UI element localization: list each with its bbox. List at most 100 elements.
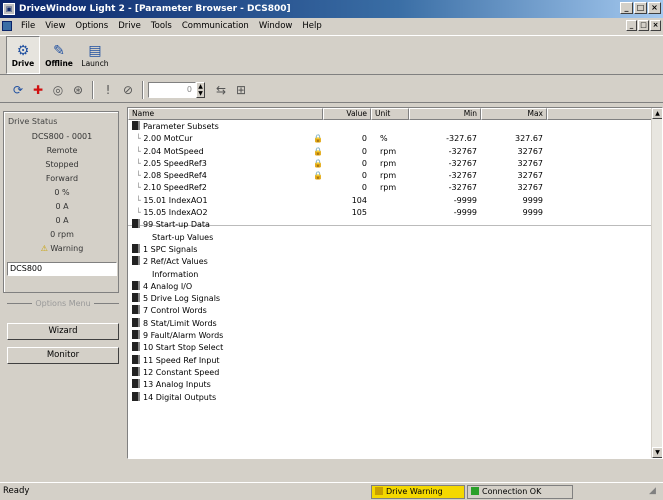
close-button[interactable]: ×: [648, 2, 661, 14]
parameter-row[interactable]: └ 15.05 IndexAO2 105 -9999 9999: [128, 207, 653, 219]
add-icon[interactable]: ✚: [28, 80, 48, 100]
title-bar: ▣ DriveWindow Light 2 - [Parameter Brows…: [0, 0, 663, 18]
vertical-scrollbar[interactable]: ▲ ▼: [651, 108, 662, 458]
lock-icon: 🔒: [313, 158, 323, 168]
menu-tools[interactable]: Tools: [146, 21, 177, 31]
drive-control-location: Remote: [46, 146, 78, 155]
scroll-down-button[interactable]: ▼: [652, 447, 662, 458]
parameter-name: 2 Ref/Act Values: [143, 257, 208, 267]
drive-mode-button[interactable]: ⚙ Drive: [6, 36, 40, 74]
scroll-up-button[interactable]: ▲: [652, 108, 662, 119]
column-max[interactable]: Max: [481, 108, 547, 120]
book-icon: [132, 330, 140, 340]
compare-icon[interactable]: ⇆: [211, 80, 231, 100]
status-text: Ready: [3, 486, 30, 496]
parameter-max: 32767: [517, 183, 543, 193]
parameter-value[interactable]: 0: [323, 170, 367, 182]
parameter-row[interactable]: └ 15.01 IndexAO1 104 -9999 9999: [128, 195, 653, 207]
lock-icon: 🔒: [313, 171, 323, 181]
parameter-row[interactable]: └ 2.08 SpeedRef4 🔒 0 rpm -32767 32767: [128, 170, 653, 182]
parameter-max: 32767: [517, 158, 543, 168]
parameter-group-row[interactable]: 99 Start-up Data: [128, 219, 653, 232]
parameter-row[interactable]: └ 2.10 SpeedRef2 0 rpm -32767 32767: [128, 182, 653, 194]
maximize-button[interactable]: □: [634, 2, 647, 14]
value-input[interactable]: 0: [148, 81, 196, 98]
graph-icon[interactable]: ⊞: [231, 80, 251, 100]
parameter-group-row[interactable]: 2 Ref/Act Values: [128, 256, 653, 268]
parameter-group-row[interactable]: 12 Constant Speed: [128, 366, 653, 379]
parameter-group-row[interactable]: 14 Digital Outputs: [128, 391, 653, 404]
menu-communication[interactable]: Communication: [177, 21, 254, 31]
mdi-restore-button[interactable]: □: [638, 20, 649, 31]
parameter-group-row[interactable]: Information: [128, 269, 653, 281]
parameter-value[interactable]: 0: [323, 182, 367, 194]
window-title: DriveWindow Light 2 - [Parameter Browser…: [19, 4, 291, 14]
menu-view[interactable]: View: [40, 21, 70, 31]
resize-grip-icon[interactable]: ◢: [649, 486, 661, 498]
settings-icon[interactable]: ⊛: [68, 80, 88, 100]
minimize-button[interactable]: _: [620, 2, 633, 14]
menu-options[interactable]: Options: [70, 21, 113, 31]
parameter-group-row[interactable]: 10 Start Stop Select: [128, 342, 653, 354]
menu-file[interactable]: File: [16, 21, 40, 31]
menu-window[interactable]: Window: [254, 21, 298, 31]
drive-warning-indicator[interactable]: Drive Warning: [371, 485, 465, 499]
mdi-close-button[interactable]: ×: [650, 20, 661, 31]
parameter-group-row[interactable]: 5 Drive Log Signals: [128, 293, 653, 305]
parameter-group-row[interactable]: 11 Speed Ref Input: [128, 354, 653, 367]
wizard-button[interactable]: Wizard: [7, 323, 119, 340]
parameter-group-row[interactable]: 7 Control Words: [128, 305, 653, 317]
up-icon[interactable]: ◎: [48, 80, 68, 100]
menu-drive[interactable]: Drive: [113, 21, 146, 31]
launch-button[interactable]: ▤ Launch: [78, 36, 112, 74]
parameter-name: Start-up Values: [152, 232, 214, 242]
parameter-value[interactable]: 0: [323, 133, 367, 145]
lock-icon: 🔒: [313, 134, 323, 144]
parameter-name: 12 Constant Speed: [143, 367, 220, 377]
connection-led-icon: [471, 487, 479, 495]
mdi-minimize-button[interactable]: _: [626, 20, 637, 31]
parameter-value[interactable]: 0: [323, 146, 367, 158]
parameter-name: 9 Fault/Alarm Words: [143, 331, 224, 341]
offline-mode-button[interactable]: ✎ Offline: [42, 36, 76, 74]
parameter-name: Information: [152, 269, 199, 279]
parameter-group-row[interactable]: Parameter Subsets: [128, 121, 653, 133]
column-unit[interactable]: Unit: [371, 108, 409, 120]
parameter-value[interactable]: 0: [323, 158, 367, 170]
parameter-group-row[interactable]: 1 SPC Signals: [128, 243, 653, 256]
parameter-name: 11 Speed Ref Input: [143, 355, 220, 365]
parameter-max: 32767: [517, 171, 543, 181]
app-icon[interactable]: ▣: [3, 3, 15, 15]
parameter-name: 5 Drive Log Signals: [143, 294, 221, 304]
parameter-row[interactable]: └ 2.04 MotSpeed 🔒 0 rpm -32767 32767: [128, 146, 653, 158]
parameter-list[interactable]: Name Value Unit Min Max Parameter Subset…: [127, 107, 663, 459]
menu-help[interactable]: Help: [297, 21, 326, 31]
drive-status-field[interactable]: DCS800: [7, 262, 117, 276]
warning-icon: ⚠: [40, 244, 48, 253]
parameter-value[interactable]: 104: [323, 195, 367, 207]
book-icon: [132, 256, 140, 266]
column-name[interactable]: Name: [128, 108, 323, 120]
parameter-value[interactable]: 105: [323, 207, 367, 219]
parameter-group-row[interactable]: 4 Analog I/O: [128, 280, 653, 293]
parameter-name: 2.10 SpeedRef2: [143, 183, 207, 193]
parameter-group-row[interactable]: 8 Stat/Limit Words: [128, 317, 653, 330]
parameter-row[interactable]: └ 2.00 MotCur 🔒 0% -327.67 327.67: [128, 133, 653, 145]
info-icon[interactable]: !: [98, 80, 118, 100]
parameter-group-row[interactable]: 9 Fault/Alarm Words: [128, 330, 653, 342]
value-spinner[interactable]: ▲ ▼: [196, 81, 205, 98]
parameter-min: -32767: [448, 158, 477, 168]
refresh-icon[interactable]: ⟳: [8, 80, 28, 100]
column-filler: [547, 108, 653, 120]
communication-indicator[interactable]: Connection OK: [467, 485, 573, 499]
document-icon[interactable]: [2, 21, 12, 31]
monitor-button[interactable]: Monitor: [7, 347, 119, 364]
column-value[interactable]: Value: [323, 108, 371, 120]
parameter-group-row[interactable]: 13 Analog Inputs: [128, 379, 653, 391]
parameter-group-row[interactable]: Start-up Values: [128, 232, 653, 244]
book-icon: [132, 342, 140, 352]
options-label: Options Menu: [35, 299, 91, 308]
reset-icon[interactable]: ⊘: [118, 80, 138, 100]
column-min[interactable]: Min: [409, 108, 481, 120]
parameter-row[interactable]: └ 2.05 SpeedRef3 🔒 0 rpm -32767 32767: [128, 158, 653, 170]
